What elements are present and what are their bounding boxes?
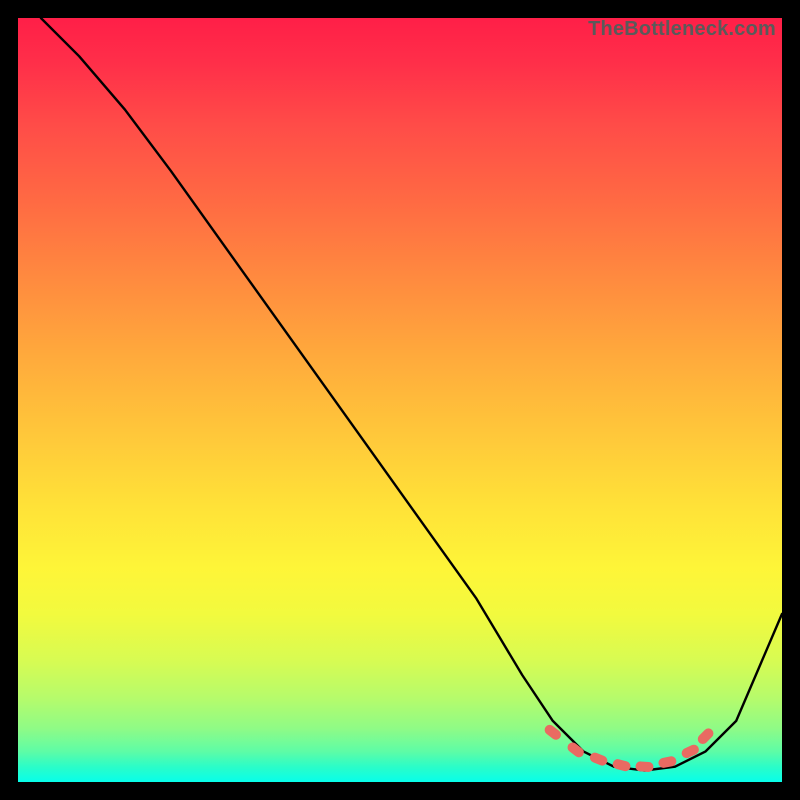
marker-pill (612, 758, 632, 772)
marker-pill (680, 743, 701, 760)
curve-path (41, 18, 782, 771)
marker-group (543, 723, 716, 772)
marker-pill (588, 751, 608, 767)
chart-svg (18, 18, 782, 782)
chart-frame: TheBottleneck.com (0, 0, 800, 800)
marker-pill (543, 723, 563, 742)
plot-area: TheBottleneck.com (18, 18, 782, 782)
attribution-text: TheBottleneck.com (588, 18, 776, 41)
marker-pill (635, 761, 654, 772)
